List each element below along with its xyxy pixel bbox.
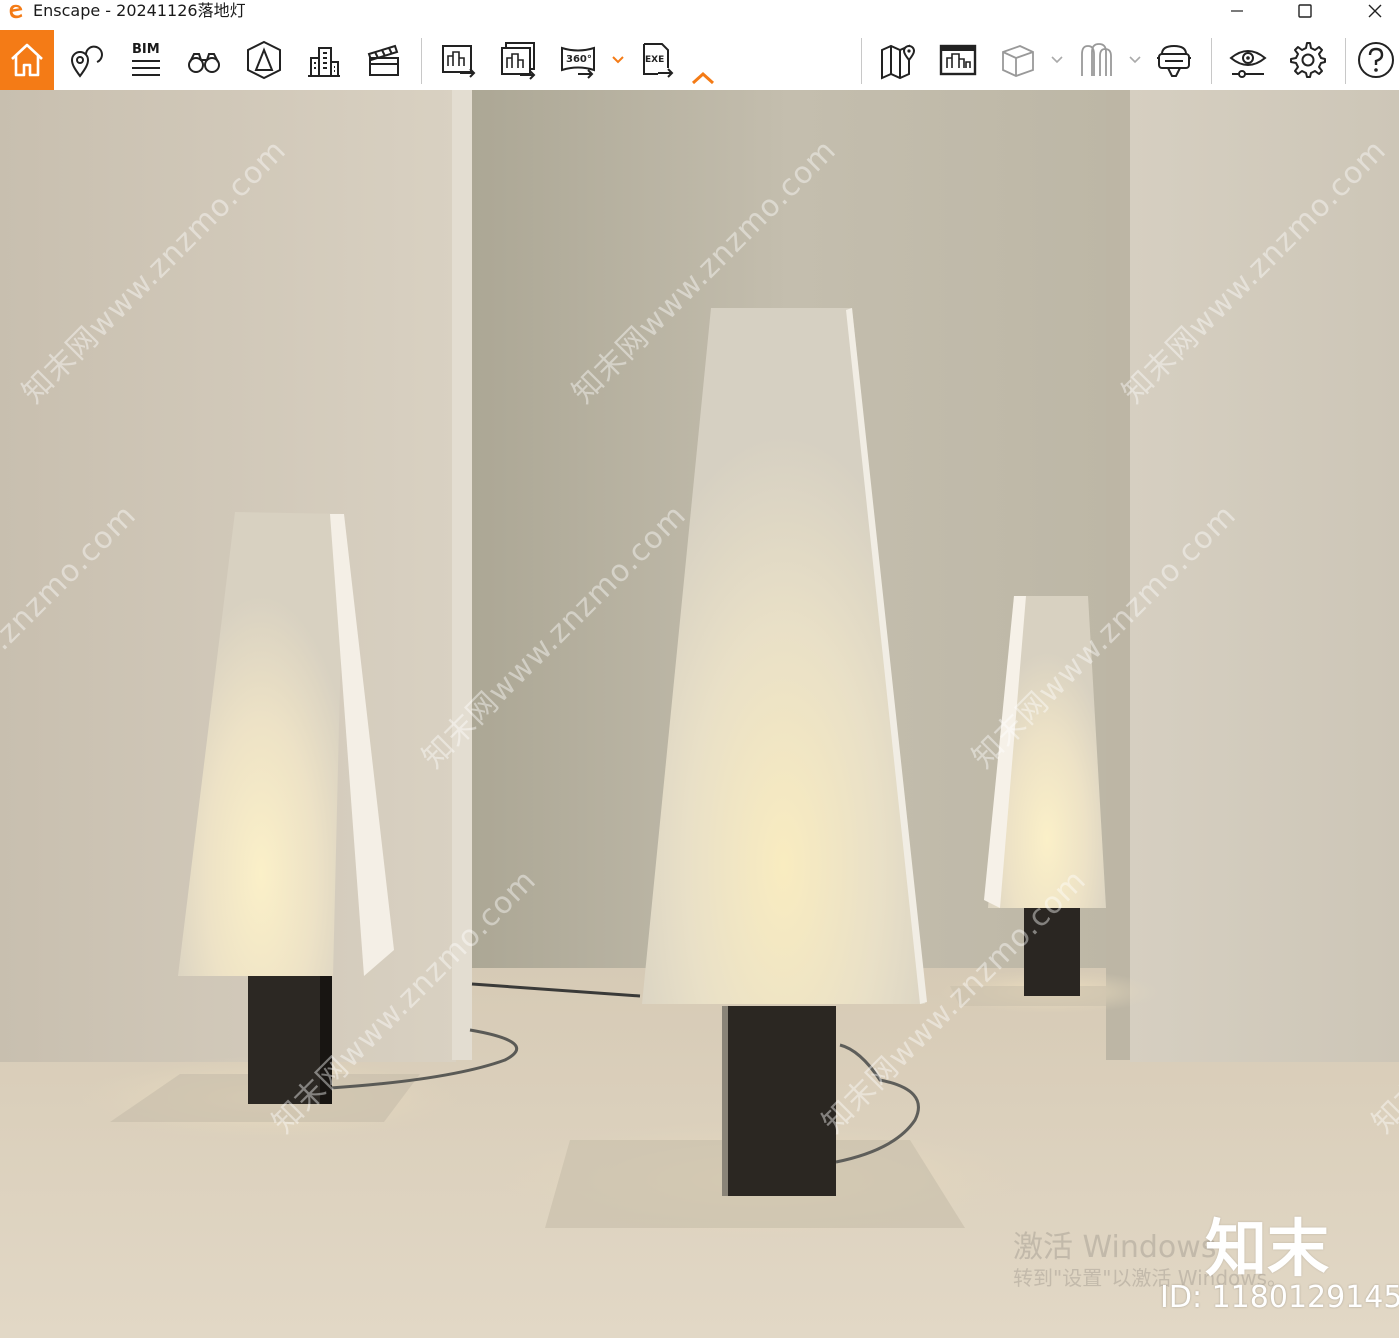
chevron-down-icon[interactable] — [1050, 52, 1064, 66]
map-icon — [881, 44, 916, 80]
close-button[interactable] — [1350, 0, 1399, 22]
toolbar-separator — [1211, 38, 1212, 84]
close-icon — [1368, 4, 1382, 18]
enscape-logo-icon — [9, 4, 23, 19]
exe-export-button[interactable]: EXE — [628, 30, 684, 90]
asset-library-button[interactable] — [1068, 30, 1124, 90]
map-button[interactable] — [870, 30, 926, 90]
clapper-icon — [367, 44, 399, 76]
asset-library-icon — [1081, 43, 1112, 76]
panorama-360-label: 360° — [566, 54, 592, 65]
home-icon — [11, 43, 43, 77]
enscape-toolbar: BIM 360° EXE — [0, 30, 1399, 90]
panorama-360-button[interactable]: 360° — [550, 30, 606, 90]
bim-icon: BIM — [132, 42, 160, 76]
vr-headset-button[interactable] — [1146, 30, 1202, 90]
maximize-icon — [1298, 4, 1312, 18]
view-management-icon — [939, 44, 977, 76]
screenshot-export-button[interactable] — [430, 30, 486, 90]
exe-export-icon: EXE — [643, 43, 674, 78]
toolbar-separator — [421, 38, 422, 84]
windows-activation-title: 激活 Windows — [1013, 1230, 1217, 1265]
buildings-icon — [308, 47, 340, 77]
chevron-down-icon[interactable] — [611, 52, 625, 66]
bim-label: BIM — [132, 42, 160, 57]
view-management-button[interactable] — [930, 30, 986, 90]
chevron-down-icon[interactable] — [1128, 52, 1142, 66]
image-id-label: ID: 1180129145 — [1160, 1280, 1399, 1315]
perspective-icon — [247, 40, 281, 80]
cube-button[interactable] — [990, 30, 1046, 90]
home-button[interactable] — [0, 30, 54, 90]
bim-button[interactable]: BIM — [116, 30, 172, 90]
minimize-button[interactable] — [1212, 0, 1262, 22]
collapse-chevron-icon[interactable] — [690, 70, 716, 86]
exe-label: EXE — [645, 55, 664, 65]
title-bar: Enscape - 20241126落地灯 — [0, 0, 1399, 22]
minimize-icon — [1231, 10, 1243, 12]
perspective-button[interactable] — [236, 30, 292, 90]
eye-icon — [1229, 50, 1267, 78]
toolbar-separator — [1345, 38, 1346, 84]
binoculars-icon — [188, 53, 220, 73]
vr-headset-icon — [1157, 44, 1191, 77]
toolbar-separator — [861, 38, 862, 84]
location-button[interactable] — [56, 30, 112, 90]
batch-export-icon — [501, 42, 536, 80]
screenshot-export-icon — [442, 45, 476, 78]
render-viewport[interactable]: 知末网www.znzmo.com 知末网www.znzmo.com 知末网www… — [0, 90, 1399, 1338]
settings-button[interactable] — [1280, 30, 1336, 90]
maximize-button[interactable] — [1280, 0, 1330, 22]
gear-icon — [1290, 42, 1326, 78]
cube-icon — [1002, 45, 1034, 77]
help-icon — [1357, 42, 1394, 78]
location-pin-icon — [70, 45, 103, 78]
batch-export-button[interactable] — [490, 30, 546, 90]
window-title: Enscape - 20241126落地灯 — [33, 1, 246, 20]
panorama-360-icon: 360° — [561, 46, 595, 79]
buildings-button[interactable] — [296, 30, 352, 90]
help-button[interactable] — [1352, 30, 1399, 90]
brand-logo: 知末 — [1205, 1212, 1330, 1285]
binoculars-button[interactable] — [176, 30, 232, 90]
clapper-button[interactable] — [356, 30, 412, 90]
visual-settings-button[interactable] — [1220, 30, 1276, 90]
